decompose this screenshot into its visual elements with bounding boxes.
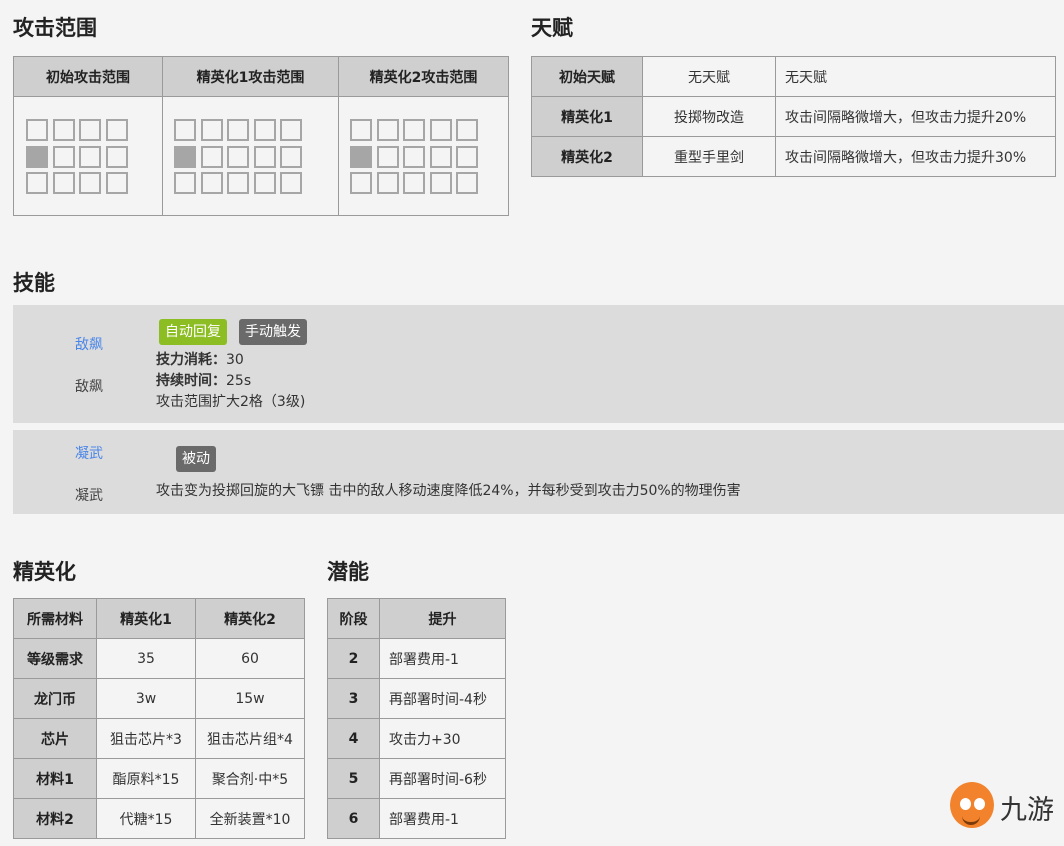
talent-row: 精英化1 投掷物改造 攻击间隔略微增大，但攻击力提升20% (531, 96, 1056, 137)
talent-row: 初始天赋 无天赋 无天赋 (531, 56, 1056, 97)
table-row: 龙门币 3w 15w (13, 678, 305, 719)
operator-position-cell (350, 145, 372, 168)
talent-stage: 初始天赋 (531, 56, 643, 97)
elite-cell: 15w (195, 678, 305, 719)
elite-section-title: 精英化 (13, 560, 76, 584)
table-row: 材料2 代糖*15 全新装置*10 (13, 798, 305, 839)
elite-cell: 全新装置*10 (195, 798, 305, 839)
skill-card-1: 敌飙 敌飙 自动回复 手动触发 技力消耗：30 持续时间：25s 攻击范围扩大2… (13, 305, 1064, 423)
potential-bonus: 再部署时间-4秒 (379, 678, 506, 719)
passive-badge: 被动 (176, 446, 216, 472)
table-row: 4 攻击力+30 (327, 718, 506, 759)
skill-1-duration: 持续时间：25s (156, 371, 251, 392)
elite-header-e1: 精英化1 (96, 598, 196, 639)
talent-table: 初始天赋 无天赋 无天赋 精英化1 投掷物改造 攻击间隔略微增大，但攻击力提升2… (531, 56, 1056, 177)
talent-desc: 无天赋 (775, 56, 1056, 97)
talent-stage: 精英化1 (531, 96, 643, 137)
talent-desc: 攻击间隔略微增大，但攻击力提升30% (775, 136, 1056, 177)
talent-name: 重型手里剑 (642, 136, 776, 177)
elite-cell: 聚合剂·中*5 (195, 758, 305, 799)
range-grid-initial (13, 96, 163, 216)
potential-bonus: 部署费用-1 (379, 638, 506, 679)
skill-1-cost-value: 30 (226, 352, 244, 368)
table-row: 等级需求 35 60 (13, 638, 305, 679)
talent-stage: 精英化2 (531, 136, 643, 177)
skill-1-cost: 技力消耗：30 (156, 350, 244, 371)
skill-1-description: 攻击范围扩大2格（3级) (156, 394, 306, 410)
potential-bonus: 攻击力+30 (379, 718, 506, 759)
operator-position-cell (26, 145, 48, 168)
elite-cell: 代糖*15 (96, 798, 196, 839)
range-header-initial: 初始攻击范围 (13, 56, 163, 97)
skills-section-title: 技能 (13, 271, 55, 295)
elite-row-label: 等级需求 (13, 638, 97, 679)
elite-cell: 3w (96, 678, 196, 719)
potential-stage: 5 (327, 758, 380, 799)
elite-row-label: 材料2 (13, 798, 97, 839)
skill-1-duration-value: 25s (226, 373, 252, 389)
talent-name: 无天赋 (642, 56, 776, 97)
potential-header-stage: 阶段 (327, 598, 380, 639)
skill-1-name: 敌飙 (75, 379, 103, 395)
skill-1-link[interactable]: 敌飙 (75, 334, 103, 354)
attack-range-table: 初始攻击范围 精英化1攻击范围 精英化2攻击范围 (13, 56, 509, 216)
elite-cell: 60 (195, 638, 305, 679)
jiuyou-logo: 九游 (950, 778, 1060, 834)
talent-row: 精英化2 重型手里剑 攻击间隔略微增大，但攻击力提升30% (531, 136, 1056, 177)
table-row: 材料1 酯原料*15 聚合剂·中*5 (13, 758, 305, 799)
table-row: 芯片 狙击芯片*3 狙击芯片组*4 (13, 718, 305, 759)
elite-row-label: 材料1 (13, 758, 97, 799)
talent-name: 投掷物改造 (642, 96, 776, 137)
potential-table: 阶段 提升 2 部署费用-1 3 再部署时间-4秒 4 攻击力+30 5 再部署… (327, 598, 506, 839)
elite-cell: 酯原料*15 (96, 758, 196, 799)
potential-bonus: 部署费用-1 (379, 798, 506, 839)
mascot-icon (950, 782, 994, 828)
operator-position-cell (174, 145, 196, 168)
range-grid-elite2 (338, 96, 509, 216)
auto-recovery-badge: 自动回复 (159, 319, 227, 345)
talent-section-title: 天赋 (531, 16, 573, 40)
range-header-elite1: 精英化1攻击范围 (162, 56, 339, 97)
potential-stage: 6 (327, 798, 380, 839)
table-row: 5 再部署时间-6秒 (327, 758, 506, 799)
potential-section-title: 潜能 (327, 560, 369, 584)
potential-stage: 4 (327, 718, 380, 759)
skill-card-2: 凝武 凝武 被动 攻击变为投掷回旋的大飞镖 击中的敌人移动速度降低24%，并每秒… (13, 430, 1064, 514)
table-row: 3 再部署时间-4秒 (327, 678, 506, 719)
skill-2-name: 凝武 (75, 488, 103, 504)
elite-cell: 狙击芯片组*4 (195, 718, 305, 759)
potential-stage: 2 (327, 638, 380, 679)
elite-cell: 35 (96, 638, 196, 679)
elite-row-label: 龙门币 (13, 678, 97, 719)
range-grid-elite1 (162, 96, 339, 216)
potential-header-bonus: 提升 (379, 598, 506, 639)
manual-trigger-badge: 手动触发 (239, 319, 307, 345)
potential-bonus: 再部署时间-6秒 (379, 758, 506, 799)
table-row: 2 部署费用-1 (327, 638, 506, 679)
skill-2-link[interactable]: 凝武 (75, 443, 103, 463)
table-row: 6 部署费用-1 (327, 798, 506, 839)
elite-header-e2: 精英化2 (195, 598, 305, 639)
logo-text: 九游 (1000, 795, 1054, 826)
skill-2-description: 攻击变为投掷回旋的大飞镖 击中的敌人移动速度降低24%，并每秒受到攻击力50%的… (156, 483, 741, 499)
elite-materials-table: 所需材料 精英化1 精英化2 等级需求 35 60 龙门币 3w 15w 芯片 … (13, 598, 305, 839)
elite-cell: 狙击芯片*3 (96, 718, 196, 759)
elite-header-material: 所需材料 (13, 598, 97, 639)
talent-desc: 攻击间隔略微增大，但攻击力提升20% (775, 96, 1056, 137)
elite-row-label: 芯片 (13, 718, 97, 759)
range-header-elite2: 精英化2攻击范围 (338, 56, 509, 97)
skill-1-duration-label: 持续时间： (156, 373, 226, 389)
skill-1-cost-label: 技力消耗： (156, 352, 226, 368)
range-section-title: 攻击范围 (13, 16, 97, 40)
potential-stage: 3 (327, 678, 380, 719)
